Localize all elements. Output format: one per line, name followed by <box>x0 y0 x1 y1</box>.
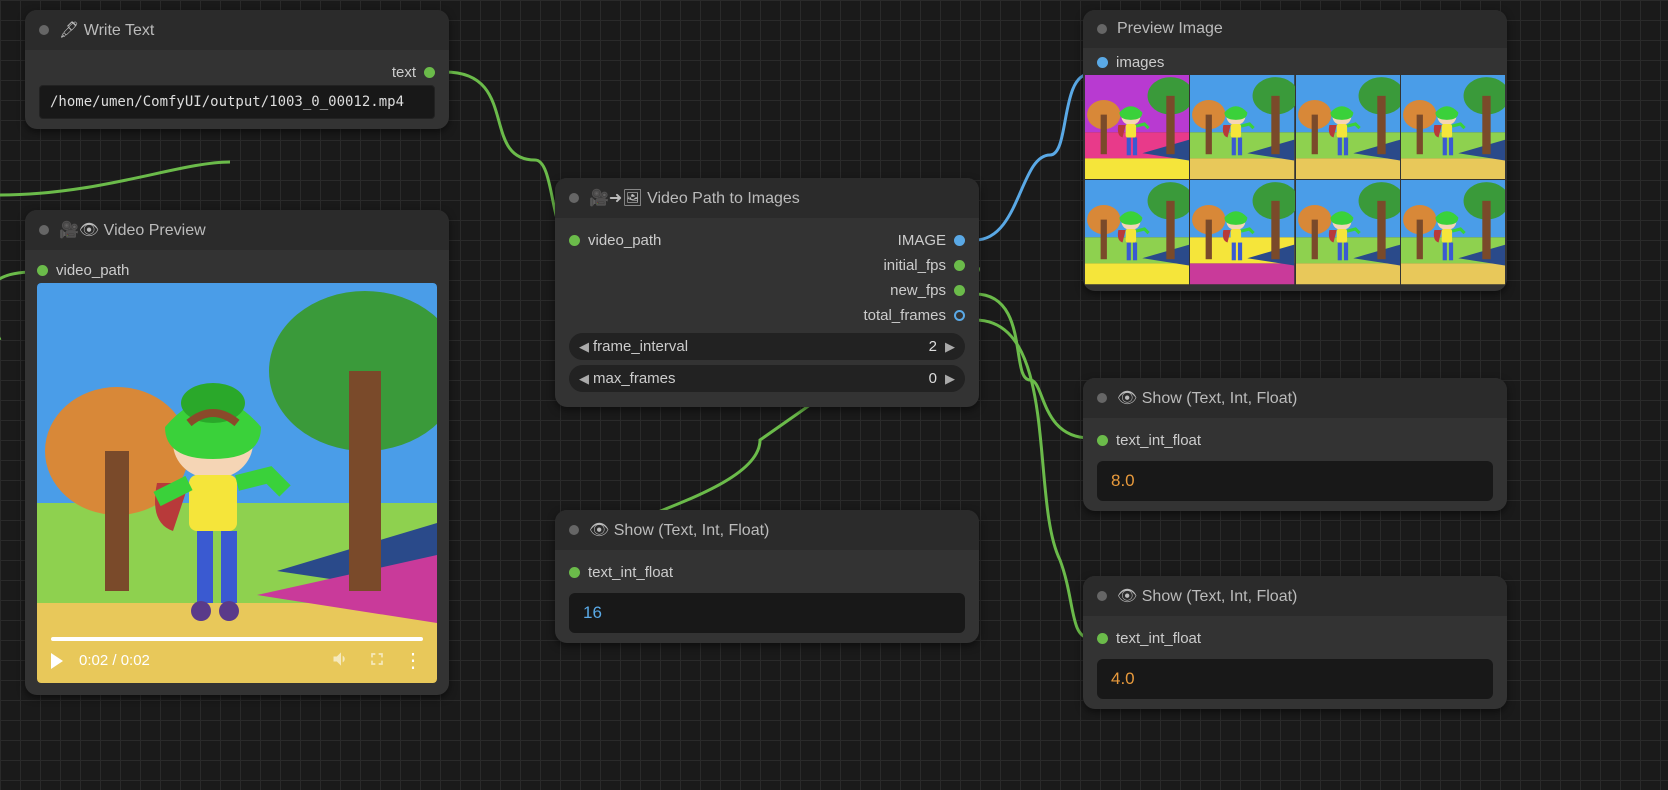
play-button[interactable] <box>51 653 63 669</box>
preview-thumbnail[interactable] <box>1401 180 1505 284</box>
video-controls: 0:02 / 0:02 ⋮ <box>37 638 437 683</box>
port-label: text <box>392 64 416 81</box>
node-header[interactable]: 🎥➜🖼 Video Path to Images <box>555 178 979 218</box>
node-video-preview[interactable]: 🎥👁 Video Preview video_path <box>25 210 449 695</box>
node-show-2[interactable]: 👁 Show (Text, Int, Float) text_int_float… <box>1083 378 1507 511</box>
fullscreen-icon[interactable] <box>367 649 387 673</box>
port-label: text_int_float <box>588 564 673 581</box>
value-display: 4.0 <box>1097 659 1493 699</box>
param-label: frame_interval <box>589 338 921 355</box>
text-input-field[interactable]: /home/umen/ComfyUI/output/1003_0_00012.m… <box>39 85 435 119</box>
node-title: 👁 Show (Text, Int, Float) <box>589 520 769 540</box>
node-title: 🎥➜🖼 Video Path to Images <box>589 188 800 208</box>
preview-thumbnail[interactable] <box>1401 75 1505 179</box>
port-label: total_frames <box>863 307 946 324</box>
port-dot[interactable] <box>1097 435 1108 446</box>
input-port-video-path[interactable]: video_path <box>569 228 661 253</box>
input-port-text-int-float[interactable]: text_int_float <box>1097 626 1493 651</box>
image-grid <box>1085 75 1505 285</box>
collapse-dot[interactable] <box>39 25 49 35</box>
param-value[interactable]: 2 <box>921 338 945 355</box>
port-label: new_fps <box>890 282 946 299</box>
port-dot[interactable] <box>569 235 580 246</box>
preview-thumbnail[interactable] <box>1296 180 1400 284</box>
port-label: text_int_float <box>1116 432 1201 449</box>
port-dot[interactable] <box>569 567 580 578</box>
output-port-new-fps[interactable]: new_fps <box>863 278 965 303</box>
collapse-dot[interactable] <box>1097 393 1107 403</box>
decrement-icon[interactable]: ◀ <box>579 339 589 355</box>
output-port-initial-fps[interactable]: initial_fps <box>863 253 965 278</box>
output-port-image[interactable]: IMAGE <box>863 228 965 253</box>
port-dot[interactable] <box>954 285 965 296</box>
port-dot[interactable] <box>37 265 48 276</box>
output-port-total-frames[interactable]: total_frames <box>863 303 965 328</box>
input-port-video-path[interactable]: video_path <box>37 258 437 283</box>
node-show-1[interactable]: 👁 Show (Text, Int, Float) text_int_float… <box>555 510 979 643</box>
increment-icon[interactable]: ▶ <box>945 339 955 355</box>
collapse-dot[interactable] <box>39 225 49 235</box>
node-header[interactable]: 🎥👁 Video Preview <box>25 210 449 250</box>
param-label: max_frames <box>589 370 921 387</box>
node-title: 👁 Show (Text, Int, Float) <box>1117 586 1297 606</box>
increment-icon[interactable]: ▶ <box>945 371 955 387</box>
preview-thumbnail[interactable] <box>1190 75 1294 179</box>
param-max-frames[interactable]: ◀ max_frames 0 ▶ <box>569 365 965 392</box>
output-port-text[interactable]: text <box>39 60 435 85</box>
node-preview-image[interactable]: Preview Image images <box>1083 10 1507 291</box>
port-dot[interactable] <box>1097 57 1108 68</box>
preview-thumbnail[interactable] <box>1085 180 1189 284</box>
port-dot[interactable] <box>424 67 435 78</box>
value-display: 16 <box>569 593 965 633</box>
node-show-3[interactable]: 👁 Show (Text, Int, Float) text_int_float… <box>1083 576 1507 709</box>
value-display: 8.0 <box>1097 461 1493 501</box>
port-label: video_path <box>588 232 661 249</box>
param-value[interactable]: 0 <box>921 370 945 387</box>
port-label: text_int_float <box>1116 630 1201 647</box>
port-label: initial_fps <box>883 257 946 274</box>
input-port-text-int-float[interactable]: text_int_float <box>569 560 965 585</box>
port-dot[interactable] <box>1097 633 1108 644</box>
preview-thumbnail[interactable] <box>1085 75 1189 179</box>
node-header[interactable]: 🖋 Write Text <box>25 10 449 50</box>
video-time: 0:02 / 0:02 <box>79 652 150 669</box>
more-icon[interactable]: ⋮ <box>403 648 423 673</box>
node-header[interactable]: 👁 Show (Text, Int, Float) <box>555 510 979 550</box>
node-header[interactable]: 👁 Show (Text, Int, Float) <box>1083 576 1507 616</box>
preview-thumbnail[interactable] <box>1190 180 1294 284</box>
param-frame-interval[interactable]: ◀ frame_interval 2 ▶ <box>569 333 965 360</box>
node-video-path-to-images[interactable]: 🎥➜🖼 Video Path to Images video_path IMAG… <box>555 178 979 407</box>
volume-icon[interactable] <box>331 649 351 673</box>
collapse-dot[interactable] <box>569 193 579 203</box>
port-dot[interactable] <box>954 235 965 246</box>
node-write-text[interactable]: 🖋 Write Text text /home/umen/ComfyUI/out… <box>25 10 449 129</box>
port-dot[interactable] <box>954 310 965 321</box>
collapse-dot[interactable] <box>1097 591 1107 601</box>
collapse-dot[interactable] <box>1097 24 1107 34</box>
node-header[interactable]: Preview Image <box>1083 10 1507 48</box>
video-player[interactable]: 0:02 / 0:02 ⋮ <box>37 283 437 683</box>
node-title: Preview Image <box>1117 20 1223 38</box>
port-dot[interactable] <box>954 260 965 271</box>
port-label: video_path <box>56 262 129 279</box>
node-title: 👁 Show (Text, Int, Float) <box>1117 388 1297 408</box>
node-title: 🎥👁 Video Preview <box>59 220 206 240</box>
node-canvas[interactable]: 🖋 Write Text text /home/umen/ComfyUI/out… <box>0 0 1668 790</box>
port-label: images <box>1116 54 1164 71</box>
node-header[interactable]: 👁 Show (Text, Int, Float) <box>1083 378 1507 418</box>
port-label: IMAGE <box>898 232 946 249</box>
preview-thumbnail[interactable] <box>1296 75 1400 179</box>
collapse-dot[interactable] <box>569 525 579 535</box>
node-title: 🖋 Write Text <box>59 20 154 40</box>
input-port-images[interactable]: images <box>1085 50 1505 75</box>
input-port-text-int-float[interactable]: text_int_float <box>1097 428 1493 453</box>
decrement-icon[interactable]: ◀ <box>579 371 589 387</box>
